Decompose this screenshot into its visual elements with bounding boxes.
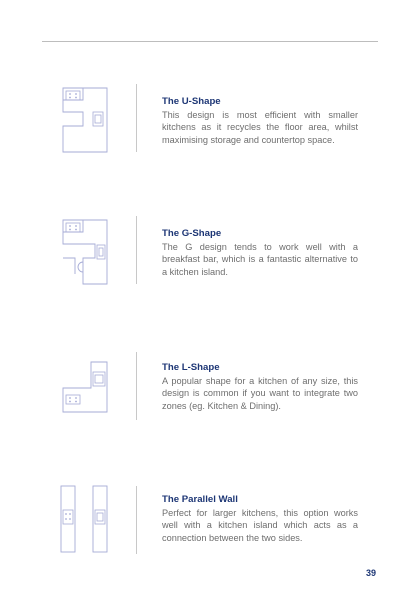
- section-divider: [136, 486, 137, 554]
- document-page: The U-Shape This design is most efficien…: [0, 0, 420, 595]
- page-number: 39: [366, 568, 377, 578]
- text-block: The Parallel Wall Perfect for larger kit…: [162, 494, 358, 544]
- section-divider: [136, 352, 137, 420]
- g-shape-kitchen-icon: [62, 219, 108, 285]
- section-description: This design is most efficient with small…: [162, 110, 358, 145]
- section-title: The L-Shape: [162, 362, 220, 373]
- section-description: The G design tends to work well with a b…: [162, 242, 358, 277]
- section-description: A popular shape for a kitchen of any siz…: [162, 376, 358, 411]
- section-divider: [136, 84, 137, 152]
- u-shape-kitchen-icon: [62, 87, 108, 153]
- parallel-wall-kitchen-icon: [60, 485, 108, 553]
- text-block: The G-Shape The G design tends to work w…: [162, 228, 358, 278]
- section-description: Perfect for larger kitchens, this option…: [162, 508, 358, 543]
- section-title: The U-Shape: [162, 96, 221, 107]
- section-divider: [136, 216, 137, 284]
- section-title: The Parallel Wall: [162, 494, 238, 505]
- top-rule: [42, 41, 378, 42]
- text-block: The L-Shape A popular shape for a kitche…: [162, 362, 358, 412]
- l-shape-kitchen-icon: [62, 361, 108, 413]
- text-block: The U-Shape This design is most efficien…: [162, 96, 358, 146]
- section-title: The G-Shape: [162, 228, 222, 239]
